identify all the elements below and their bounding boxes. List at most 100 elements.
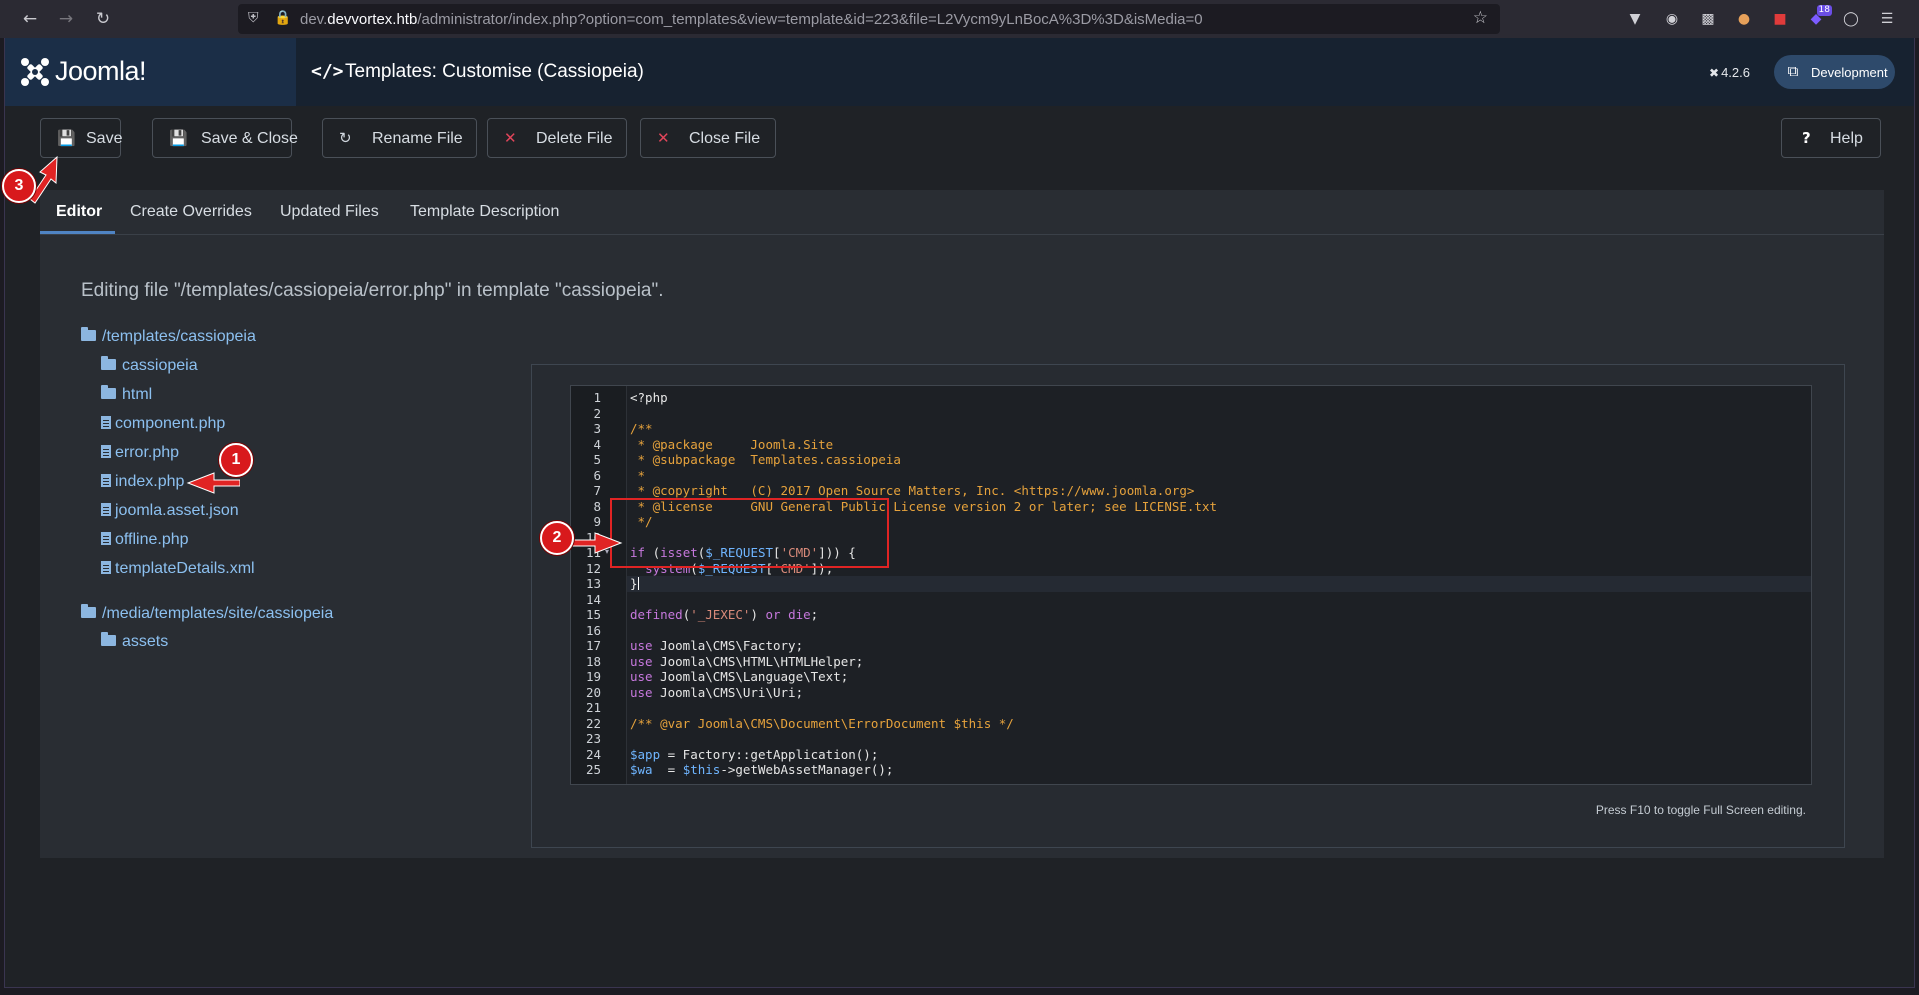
joomla-small-icon: ✖ <box>1709 66 1720 80</box>
line-number: 3 <box>593 421 601 436</box>
code-line: /** <box>630 421 653 436</box>
close-file-button[interactable]: ✕ Close File <box>640 118 776 158</box>
line-number: 18 <box>585 653 601 669</box>
editor-card: Editor Create Overrides Updated Files Te… <box>40 190 1884 858</box>
pocket-icon[interactable]: ▼ <box>1625 9 1645 29</box>
logo-area[interactable]: Joomla! <box>5 38 296 106</box>
code-editor[interactable]: 1 2 3 4 5 6 7 8 9 10 11 ▾ 12 13 14 15 16 17 18 19 20 21 22 23 24… <box>570 385 1812 785</box>
refresh-icon: ↻ <box>339 129 352 147</box>
floppy-icon: 💾 <box>57 129 76 147</box>
folder-icon <box>81 604 96 618</box>
code-line: use Joomla\CMS\Language\Text; <box>630 669 849 684</box>
line-number: 16 <box>585 622 601 638</box>
mask-icon[interactable]: ◯ <box>1841 9 1861 29</box>
line-number: 8 <box>593 498 601 514</box>
ublock-icon[interactable]: ■ <box>1770 9 1790 29</box>
save-close-button[interactable]: 💾 Save & Close <box>152 118 298 158</box>
delete-file-button[interactable]: ✕ Delete File <box>487 118 627 158</box>
line-number: 24 <box>585 746 601 762</box>
lock-icon[interactable]: 🔒 <box>274 10 291 26</box>
file-icon <box>101 445 111 458</box>
active-line-highlight <box>627 576 1811 592</box>
url-bar[interactable]: ⛨ 🔒 dev.devvortex.htb/administrator/inde… <box>238 4 1500 34</box>
version-label: ✖ 4.2.6 <box>1709 65 1750 80</box>
url-text[interactable]: dev.devvortex.htb/administrator/index.ph… <box>300 11 1203 28</box>
line-number: 23 <box>585 731 601 746</box>
file-error-php[interactable]: error.php <box>101 444 179 462</box>
logo-text: Joomla! <box>55 56 147 86</box>
tab-create-overrides[interactable]: Create Overrides <box>130 203 252 221</box>
code-line: use Joomla\CMS\HTML\HTMLHelper; <box>630 653 864 669</box>
extensions-icon[interactable]: ▩ <box>1698 9 1718 29</box>
line-number: 2 <box>593 405 601 421</box>
file-icon <box>101 532 111 545</box>
code-line: } <box>630 576 639 591</box>
code-area[interactable]: <?php /** * @package Joomla.Site * @subpa… <box>627 386 1811 784</box>
line-number: 5 <box>593 452 601 467</box>
code-line: * @package Joomla.Site <box>630 436 834 452</box>
line-number: 14 <box>585 591 601 607</box>
active-tab-indicator <box>40 231 115 234</box>
rename-file-button[interactable]: ↻ Rename File <box>322 118 477 158</box>
browser-toolbar: ← → ↻ ⛨ 🔒 dev.devvortex.htb/administrato… <box>0 0 1919 38</box>
folder-templates-cassiopeia[interactable]: /templates/cassiopeia <box>81 327 256 346</box>
line-number: 17 <box>585 638 601 653</box>
tab-bar: Editor Create Overrides Updated Files Te… <box>40 190 1884 235</box>
cookie-icon[interactable]: ● <box>1734 9 1754 29</box>
file-templatedetails-xml[interactable]: templateDetails.xml <box>101 560 255 578</box>
tab-updated-files[interactable]: Updated Files <box>280 203 379 221</box>
folder-icon <box>101 385 116 399</box>
folder-html[interactable]: html <box>101 385 152 404</box>
line-gutter: 1 2 3 4 5 6 7 8 9 10 11 ▾ 12 13 14 15 16 17 18 19 20 21 22 23 24… <box>571 386 627 784</box>
code-line: $wa = $this->getWebAssetManager(); <box>630 762 894 777</box>
shield-ext-icon[interactable]: ◆ 18 <box>1806 5 1832 29</box>
file-icon <box>101 416 111 429</box>
header: Joomla! </> Templates: Customise (Cassio… <box>5 38 1914 106</box>
line-number: 25 <box>585 762 601 777</box>
code-line: defined('_JEXEC') or die; <box>630 607 819 622</box>
line-number: 4 <box>593 436 601 452</box>
folder-media-templates[interactable]: /media/templates/site/cassiopeia <box>81 604 333 623</box>
file-offline-php[interactable]: offline.php <box>101 531 189 549</box>
reload-icon[interactable]: ↻ <box>92 8 114 30</box>
code-line: use Joomla\CMS\Uri\Uri; <box>630 684 804 700</box>
folder-cassiopeia[interactable]: cassiopeia <box>101 356 198 375</box>
annotation-badge-2: 2 <box>540 521 574 555</box>
code-line: /** @var Joomla\CMS\Document\ErrorDocume… <box>630 715 1014 731</box>
file-component-php[interactable]: component.php <box>101 415 225 433</box>
line-number: 21 <box>585 700 601 715</box>
account-icon[interactable]: ◉ <box>1662 9 1682 29</box>
fullscreen-hint: Press F10 to toggle Full Screen editing. <box>1595 803 1806 817</box>
page-title: Templates: Customise (Cassiopeia) <box>345 61 644 82</box>
line-number: 7 <box>593 483 601 498</box>
annotation-badge-3: 3 <box>2 169 36 203</box>
help-button[interactable]: ? Help <box>1781 118 1881 158</box>
folder-assets[interactable]: assets <box>101 632 168 651</box>
arrow-2 <box>568 532 623 554</box>
external-link-icon: ⧉ <box>1787 62 1799 80</box>
star-icon[interactable]: ☆ <box>1473 8 1488 28</box>
code-line: use Joomla\CMS\Factory; <box>630 638 804 653</box>
joomla-logo-icon <box>21 58 49 86</box>
tab-template-description[interactable]: Template Description <box>410 203 559 221</box>
line-number: 15 <box>585 607 601 622</box>
code-line: * @subpackage Templates.cassiopeia <box>630 452 901 467</box>
close-icon: ✕ <box>504 129 517 147</box>
folder-icon <box>101 356 116 370</box>
development-button[interactable]: ⧉ Development <box>1774 55 1895 89</box>
close-icon: ✕ <box>657 129 670 147</box>
forward-icon[interactable]: → <box>55 8 77 30</box>
file-index-php[interactable]: index.php <box>101 473 184 491</box>
line-number: 6 <box>593 467 601 483</box>
annotation-badge-1: 1 <box>219 443 253 477</box>
file-icon <box>101 503 111 516</box>
back-icon[interactable]: ← <box>19 8 41 30</box>
save-button[interactable]: 💾 Save <box>40 118 122 158</box>
text-cursor <box>637 577 639 590</box>
code-line: $app = Factory::getApplication(); <box>630 746 879 762</box>
file-joomla-asset-json[interactable]: joomla.asset.json <box>101 502 239 520</box>
folder-icon <box>81 327 96 341</box>
file-icon <box>101 561 111 574</box>
shield-icon[interactable]: ⛨ <box>248 10 259 26</box>
menu-icon[interactable]: ☰ <box>1877 9 1897 29</box>
